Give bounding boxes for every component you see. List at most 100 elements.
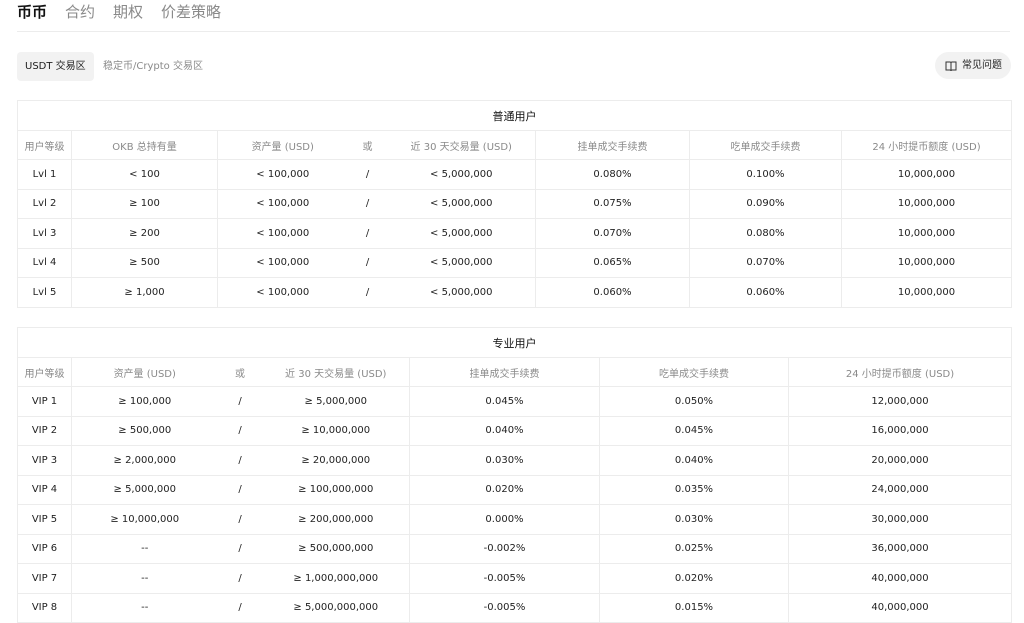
table-row: Lvl 1 < 100 < 100,000/< 5,000,000 0.080% 0.1… xyxy=(17,159,1012,190)
table-cell: / xyxy=(217,415,263,446)
table-cell: ≥ 100 xyxy=(71,188,218,219)
table-cell: < 100,000 xyxy=(217,218,348,249)
table-row: VIP 7 -- / ≥ 1,000,000,000 -0.005% 0.020% 40,0… xyxy=(17,563,1013,594)
table-cell: ≥ 100,000,000 xyxy=(262,474,410,505)
table-cell: ≥ 500,000,000 xyxy=(262,533,410,564)
table-cell: 0.000% xyxy=(409,504,600,535)
regular-user-fee-table: 普通用户 用户等级 OKB 总持有量 资产量 (USD) 或近 30 天交易量 (US… xyxy=(17,100,1012,308)
table-cell: 0.100% xyxy=(689,159,842,190)
table-cell: ≥ 10,000,000 xyxy=(71,504,218,535)
table-cell: 0.080% xyxy=(689,218,842,249)
tab-spot[interactable]: 币币 xyxy=(17,0,47,23)
faq-button[interactable]: 常见问题 xyxy=(935,52,1011,79)
table-cell: Lvl 1 xyxy=(17,159,72,190)
tab-spread-strategy[interactable]: 价差策略 xyxy=(161,0,221,23)
table-cell: 0.075% xyxy=(535,188,690,219)
table-cell: < 100,000 xyxy=(217,188,348,219)
table-cell: 10,000,000 xyxy=(841,159,1012,190)
table-cell: ≥ 1,000,000,000 xyxy=(262,563,410,594)
table-cell: 0.020% xyxy=(409,474,600,505)
table-cell: < 5,000,000 xyxy=(387,277,536,308)
column-header: 用户等级 xyxy=(17,130,72,160)
column-header: 或 xyxy=(347,130,388,160)
table-cell: 0.025% xyxy=(599,533,789,564)
table-cell: VIP 8 xyxy=(17,592,72,623)
table-cell: -0.005% xyxy=(409,592,600,623)
column-header: 挂单成交手续费 xyxy=(535,130,690,160)
column-header: 近 30 天交易量 (USD) xyxy=(262,357,410,387)
column-header: 资产量 (USD) xyxy=(71,357,218,387)
table-cell: 10,000,000 xyxy=(841,188,1012,219)
column-header: 用户等级 xyxy=(17,357,72,387)
table-cell: 0.030% xyxy=(599,504,789,535)
table-cell: 0.015% xyxy=(599,592,789,623)
table-cell: < 100,000 xyxy=(217,159,348,190)
table-cell: Lvl 3 xyxy=(17,218,72,249)
table-cell: < 5,000,000 xyxy=(387,247,536,278)
table-cell: 0.060% xyxy=(535,277,690,308)
table-cell: 0.070% xyxy=(535,218,690,249)
book-icon xyxy=(945,61,957,71)
table-cell: VIP 7 xyxy=(17,563,72,594)
table-cell: 24,000,000 xyxy=(787,474,1013,505)
table-cell: 0.040% xyxy=(409,415,600,446)
table-cell: / xyxy=(217,504,263,535)
segment-usdt-zone[interactable]: USDT 交易区 xyxy=(17,52,94,81)
table-cell: 0.045% xyxy=(409,386,600,417)
table-cell: 0.080% xyxy=(535,159,690,190)
table-row: Lvl 4 ≥ 500 < 100,000/< 5,000,000 0.065% 0.0… xyxy=(17,247,1012,278)
column-header: 吃单成交手续费 xyxy=(689,130,842,160)
table-cell: 0.020% xyxy=(599,563,789,594)
table-cell: < 100,000 xyxy=(217,277,348,308)
trading-zone-bar: USDT 交易区 稳定币/Crypto 交易区 常见问题 xyxy=(17,52,1011,81)
table-cell: ≥ 10,000,000 xyxy=(262,415,410,446)
column-header: 24 小时提币额度 (USD) xyxy=(787,357,1013,387)
table-cell: 40,000,000 xyxy=(787,592,1013,623)
tab-futures[interactable]: 合约 xyxy=(65,0,95,23)
table-cell: -- xyxy=(71,592,218,623)
column-header: 挂单成交手续费 xyxy=(409,357,600,387)
table-cell: 30,000,000 xyxy=(787,504,1013,535)
table-cell: VIP 2 xyxy=(17,415,72,446)
table-cell: / xyxy=(347,247,388,278)
column-header: 吃单成交手续费 xyxy=(599,357,789,387)
table-cell: 0.060% xyxy=(689,277,842,308)
table-cell: / xyxy=(217,533,263,564)
table-cell: / xyxy=(347,218,388,249)
table-cell: / xyxy=(347,188,388,219)
table-cell: < 5,000,000 xyxy=(387,188,536,219)
table-cell: 0.070% xyxy=(689,247,842,278)
table-cell: / xyxy=(217,386,263,417)
table-cell: -0.002% xyxy=(409,533,600,564)
table-cell: 0.040% xyxy=(599,445,789,476)
product-tabs: 币币 合约 期权 价差策略 xyxy=(17,0,1010,32)
table-cell: 0.050% xyxy=(599,386,789,417)
table-cell: ≥ 20,000,000 xyxy=(262,445,410,476)
table-cell: < 100,000 xyxy=(217,247,348,278)
tab-options[interactable]: 期权 xyxy=(113,0,143,23)
table-cell: 0.065% xyxy=(535,247,690,278)
segment-stablecoin-crypto-zone[interactable]: 稳定币/Crypto 交易区 xyxy=(95,52,211,81)
table-cell: / xyxy=(347,159,388,190)
table-cell: VIP 3 xyxy=(17,445,72,476)
faq-label: 常见问题 xyxy=(962,60,1002,71)
table-cell: 16,000,000 xyxy=(787,415,1013,446)
column-header: 或 xyxy=(217,357,263,387)
table-cell: Lvl 5 xyxy=(17,277,72,308)
table-cell: / xyxy=(217,445,263,476)
table-cell: 0.090% xyxy=(689,188,842,219)
table-cell: VIP 1 xyxy=(17,386,72,417)
table-cell: -- xyxy=(71,563,218,594)
column-header: 资产量 (USD) xyxy=(217,130,348,160)
table-row: VIP 2 ≥ 500,000/≥ 10,000,000 0.040% 0.045% 1… xyxy=(17,415,1013,446)
table-row: VIP 8 -- / ≥ 5,000,000,000 -0.005% 0.015% 40,0… xyxy=(17,592,1013,623)
pro-table-title: 专业用户 xyxy=(16,327,1013,358)
table-cell: ≥ 100,000 xyxy=(71,386,218,417)
table-cell: ≥ 2,000,000 xyxy=(71,445,218,476)
table-cell: < 100 xyxy=(71,159,218,190)
table-row: VIP 3 ≥ 2,000,000/≥ 20,000,000 0.030% 0.040… xyxy=(17,445,1013,476)
table-row: Lvl 2 ≥ 100 < 100,000/< 5,000,000 0.075% 0.0… xyxy=(17,188,1012,219)
table-row: VIP 1 ≥ 100,000/≥ 5,000,000 0.045% 0.050% 12… xyxy=(17,386,1013,417)
table-cell: ≥ 5,000,000 xyxy=(262,386,410,417)
table-cell: VIP 5 xyxy=(17,504,72,535)
